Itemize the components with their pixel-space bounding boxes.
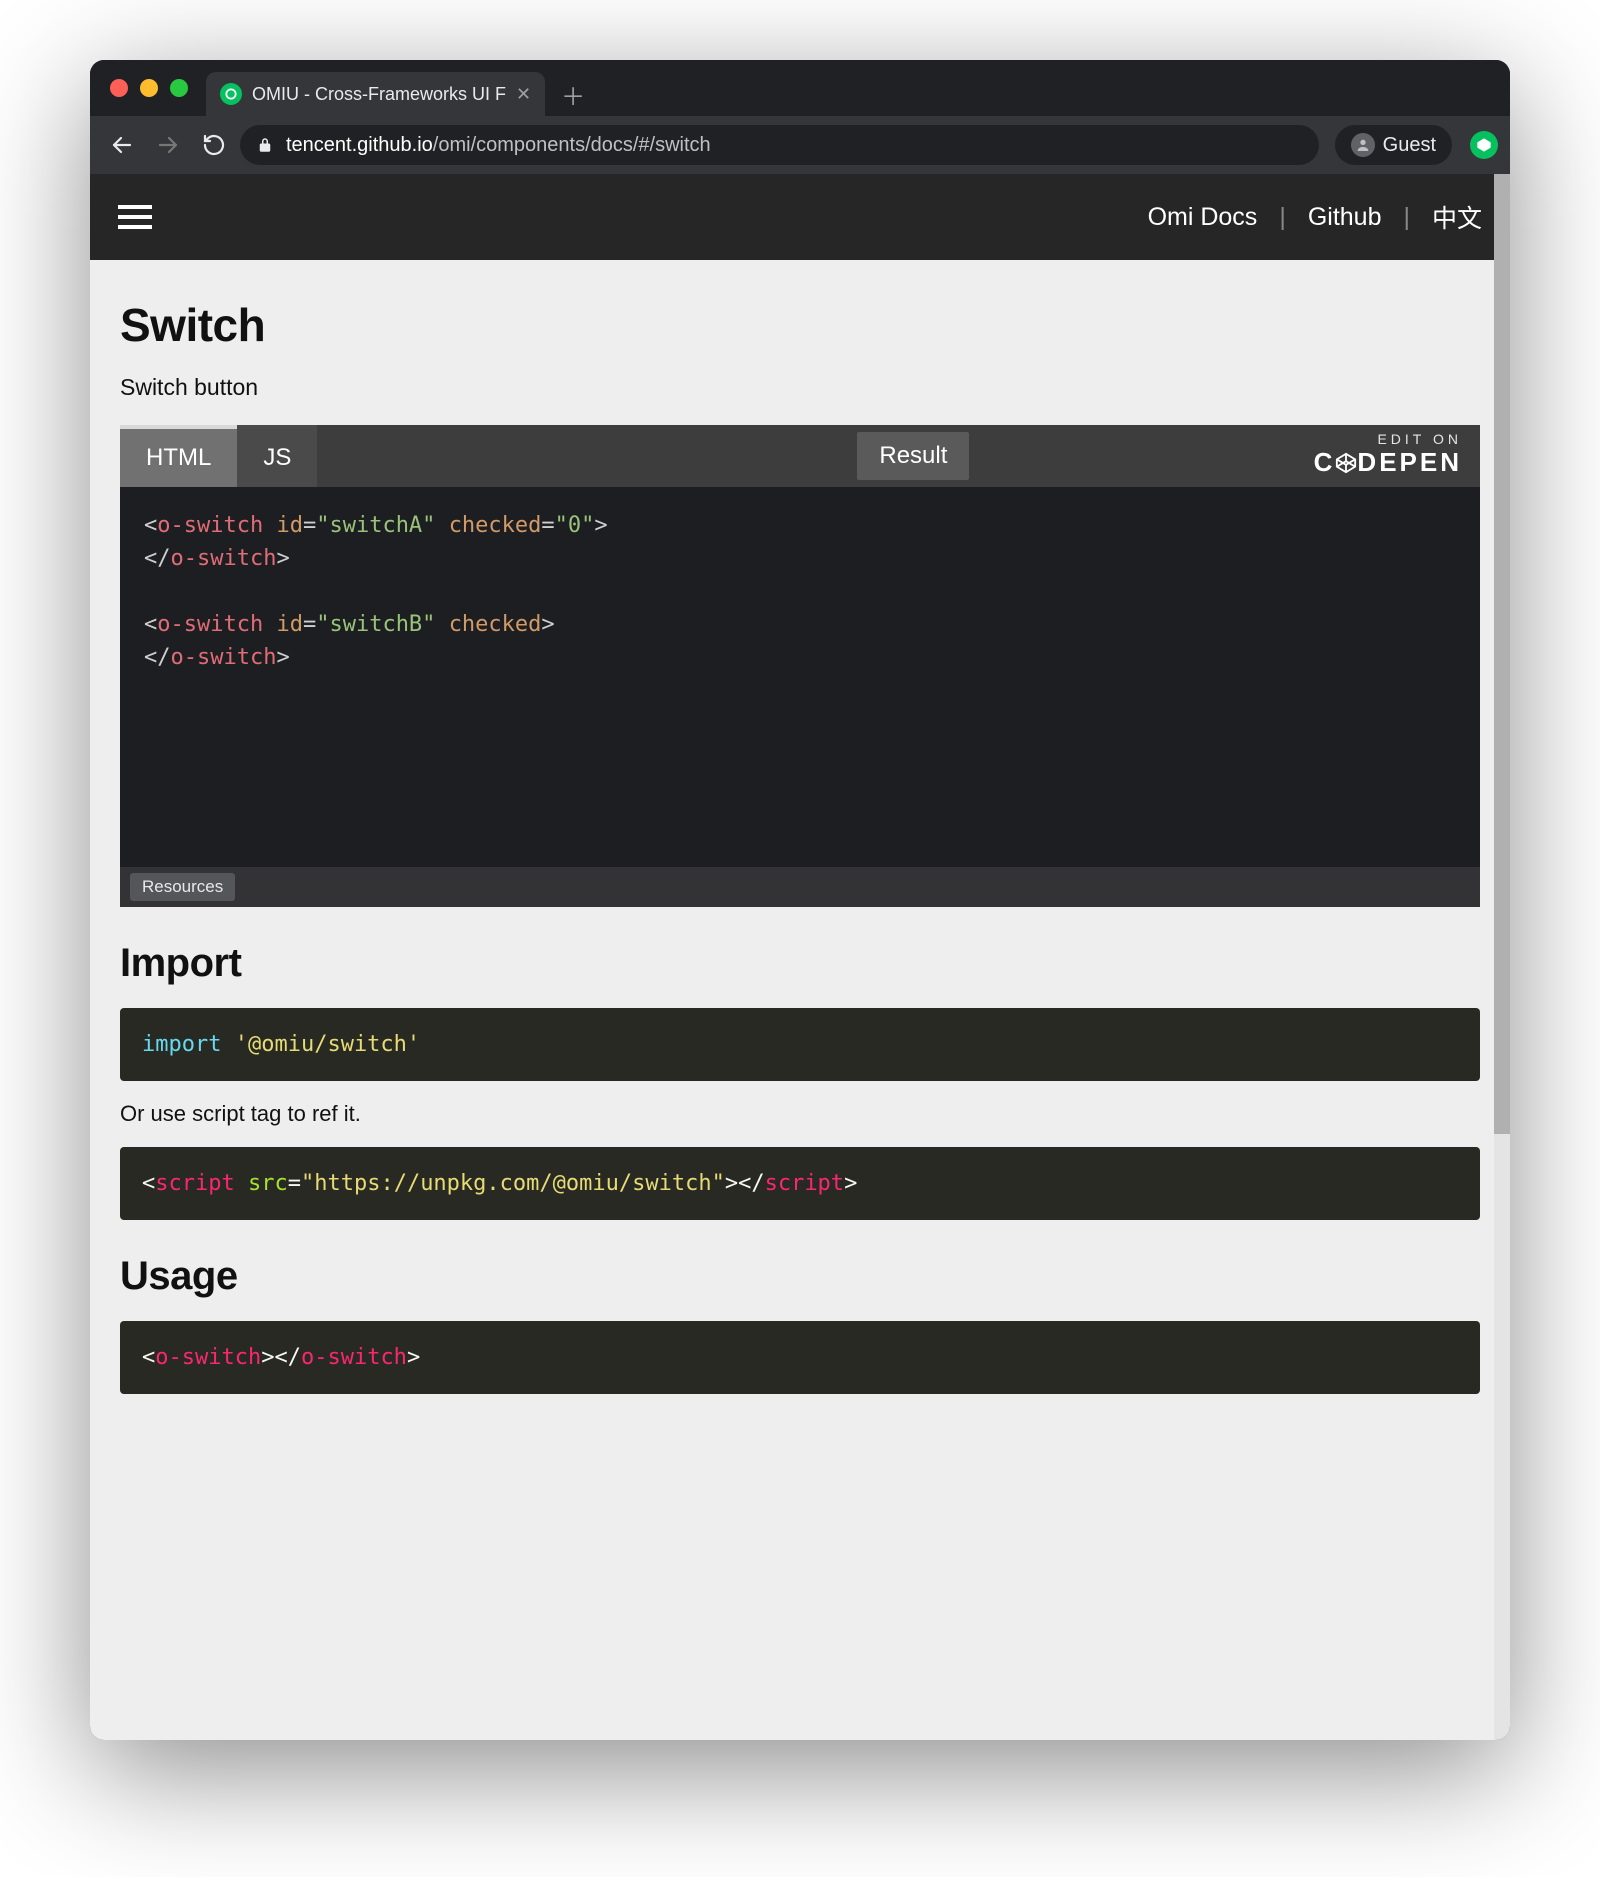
codepen-tab-js[interactable]: JS [237, 425, 317, 487]
nav-link-omidocs[interactable]: Omi Docs [1148, 203, 1258, 232]
scrollbar-thumb[interactable] [1494, 174, 1510, 1134]
browser-window: OMIU - Cross-Frameworks UI F ✕ ＋ tencent… [90, 60, 1510, 1740]
window-controls [100, 60, 206, 116]
code-script-tag[interactable]: <script src="https://unpkg.com/@omiu/swi… [120, 1147, 1480, 1220]
page-subtitle: Switch button [120, 374, 1480, 401]
new-tab-button[interactable]: ＋ [555, 76, 591, 112]
header-nav: Omi Docs | Github | 中文 [1148, 199, 1482, 235]
nav-link-github[interactable]: Github [1308, 203, 1382, 232]
close-window-button[interactable] [110, 79, 128, 97]
page-content: Switch Switch button HTML JS Result EDIT… [90, 260, 1510, 1424]
code-usage[interactable]: <o-switch></o-switch> [120, 1321, 1480, 1394]
nav-link-zh[interactable]: 中文 [1432, 199, 1482, 235]
page-title: Switch [120, 298, 1480, 352]
lock-icon [256, 136, 274, 154]
heading-import: Import [120, 941, 1480, 986]
tab-strip: OMIU - Cross-Frameworks UI F ✕ ＋ [90, 60, 1510, 116]
scrollbar-track[interactable] [1494, 174, 1510, 1740]
codepen-result-button[interactable]: Result [857, 432, 969, 480]
profile-label: Guest [1383, 134, 1436, 157]
page-viewport: Omi Docs | Github | 中文 Switch Switch but… [90, 174, 1510, 1740]
browser-toolbar: tencent.github.io/omi/components/docs/#/… [90, 116, 1510, 174]
codepen-embed: HTML JS Result EDIT ON CDEPEN <o-switch … [120, 425, 1480, 907]
codepen-tabs: HTML JS Result EDIT ON CDEPEN [120, 425, 1480, 487]
back-button[interactable] [102, 125, 142, 165]
menu-icon[interactable] [118, 205, 152, 229]
codepen-resources-button[interactable]: Resources [130, 873, 235, 901]
heading-usage: Usage [120, 1254, 1480, 1299]
profile-chip[interactable]: Guest [1335, 125, 1452, 165]
minimize-window-button[interactable] [140, 79, 158, 97]
codepen-code[interactable]: <o-switch id="switchA" checked="0"> </o-… [120, 487, 1480, 867]
close-tab-icon[interactable]: ✕ [516, 84, 531, 105]
maximize-window-button[interactable] [170, 79, 188, 97]
codepen-logo: CDEPEN [1314, 447, 1462, 478]
forward-button[interactable] [148, 125, 188, 165]
codepen-footer: Resources [120, 867, 1480, 907]
codepen-tab-html[interactable]: HTML [120, 425, 237, 487]
url-text: tencent.github.io/omi/components/docs/#/… [286, 134, 711, 157]
reload-button[interactable] [194, 125, 234, 165]
import-note: Or use script tag to ref it. [120, 1101, 1480, 1127]
browser-tab[interactable]: OMIU - Cross-Frameworks UI F ✕ [206, 72, 545, 116]
extension-button[interactable] [1470, 131, 1498, 159]
site-header: Omi Docs | Github | 中文 [90, 174, 1510, 260]
avatar-icon [1351, 133, 1375, 157]
tab-title: OMIU - Cross-Frameworks UI F [252, 84, 506, 105]
omi-favicon-icon [220, 83, 242, 105]
codepen-edit-label: EDIT ON [1314, 431, 1462, 447]
code-import[interactable]: import '@omiu/switch' [120, 1008, 1480, 1081]
codepen-edit-link[interactable]: EDIT ON CDEPEN [1314, 431, 1462, 478]
address-bar[interactable]: tencent.github.io/omi/components/docs/#/… [240, 125, 1319, 165]
